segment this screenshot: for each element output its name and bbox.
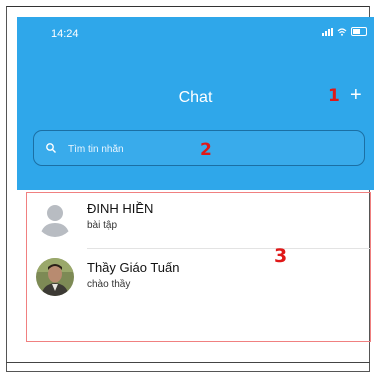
photo-avatar	[36, 258, 74, 296]
chat-header: 14:24 Chat +	[17, 17, 374, 190]
bottom-divider	[6, 362, 370, 363]
status-time: 14:24	[51, 28, 79, 40]
add-chat-button[interactable]: +	[350, 85, 362, 105]
row-divider	[87, 248, 370, 249]
contact-name: ĐINH HIỀN	[87, 201, 154, 216]
status-icons	[322, 27, 367, 36]
conversation-list: ĐINH HIỀN bài tập Thầy Giáo Tuấn chào th…	[26, 192, 371, 342]
message-preview: chào thầy	[87, 279, 131, 290]
annotation-1: 1	[328, 86, 340, 106]
conversation-row[interactable]: Thầy Giáo Tuấn chào thầy	[27, 252, 370, 302]
battery-icon	[351, 27, 367, 36]
wifi-icon	[337, 27, 347, 36]
contact-name: Thầy Giáo Tuấn	[87, 260, 180, 275]
signal-icon	[322, 27, 333, 36]
search-icon	[46, 143, 56, 153]
annotation-2: 2	[200, 140, 212, 160]
message-preview: bài tập	[87, 220, 118, 231]
conversation-row[interactable]: ĐINH HIỀN bài tập	[27, 193, 370, 243]
search-bar[interactable]	[33, 130, 365, 166]
default-avatar-icon	[36, 199, 74, 237]
page-title: Chat	[178, 89, 213, 106]
annotation-3: 3	[274, 245, 288, 267]
